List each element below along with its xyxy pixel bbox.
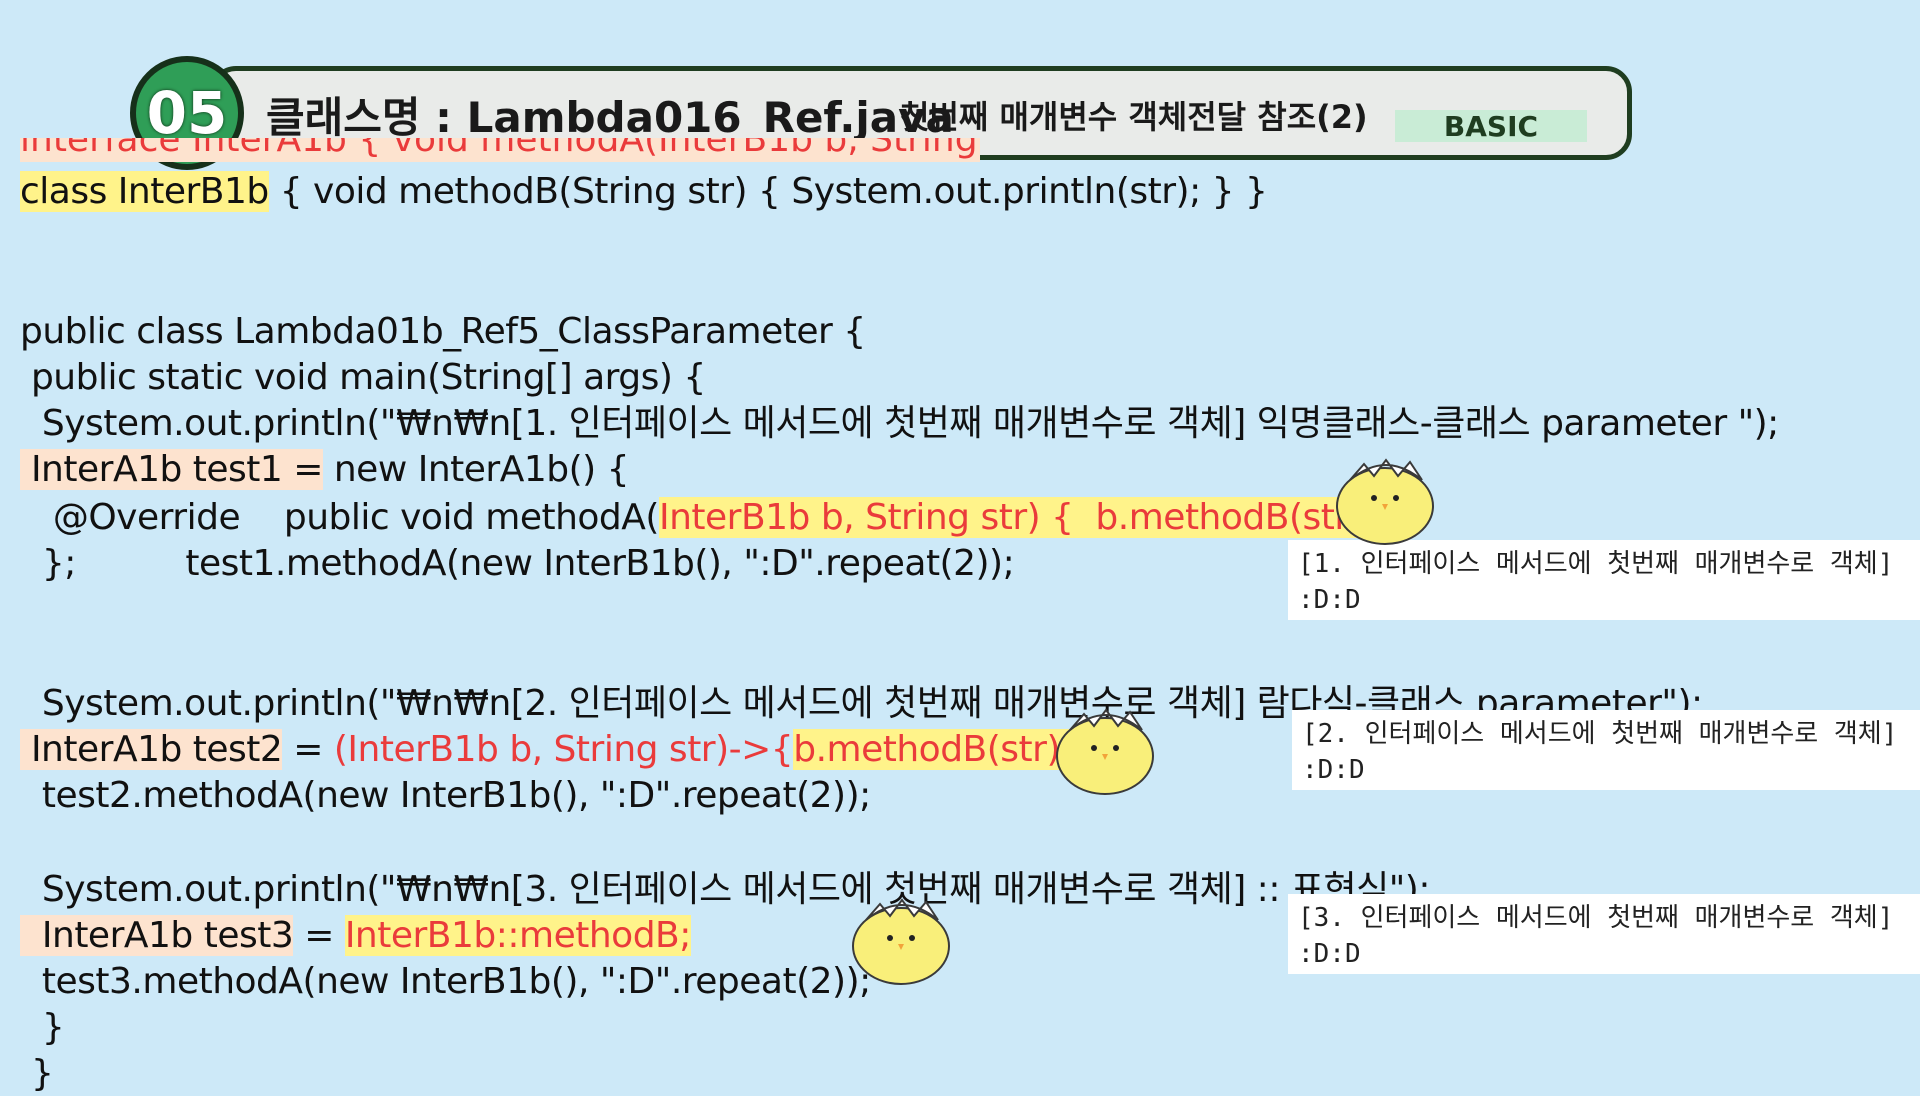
console-output-3: [3. 인터페이스 메서드에 첫번째 매개변수로 객체] :D:D	[1288, 894, 1920, 974]
override-params: InterB1b b, String str) {	[658, 497, 1085, 538]
console-line: [3. 인터페이스 메서드에 첫번째 매개변수로 객체]	[1298, 903, 1894, 933]
test3-eq: =	[293, 915, 345, 956]
code-line-print1: System.out.println("₩n₩n[1. 인터페이스 메서드에 첫…	[20, 403, 1779, 444]
cutoff-code-line: interface InterA1b { void methodA(InterB…	[20, 138, 980, 164]
console-line: [1. 인터페이스 메서드에 첫번째 매개변수로 객체]	[1298, 549, 1894, 579]
console-line: :D:D	[1298, 585, 1361, 615]
code-line-class-b: class InterB1b { void methodB(String str…	[20, 170, 1268, 214]
cutoff-code-text: interface InterA1b { void methodA(InterB…	[20, 138, 980, 162]
code-line-main-decl: public static void main(String[] args) {	[20, 357, 706, 398]
console-line: [2. 인터페이스 메서드에 첫번째 매개변수로 객체]	[1302, 719, 1898, 749]
console-line: :D:D	[1298, 939, 1361, 969]
code-line-print3: System.out.println("₩n₩n[3. 인터페이스 메서드에 첫…	[20, 869, 1431, 910]
code-line-close-main: }	[20, 1007, 65, 1048]
code-line-test2: InterA1b test2 = (InterB1b b, String str…	[20, 728, 1106, 772]
console-output-1: [1. 인터페이스 메서드에 첫번째 매개변수로 객체] :D:D	[1288, 540, 1920, 620]
chick-icon	[852, 898, 950, 985]
class-keyword: class InterB1b	[20, 171, 269, 212]
class-body: { void methodB(String str) { System.out.…	[268, 171, 1268, 212]
page-title: 클래스명 : Lambda016_Ref.java	[266, 93, 954, 142]
code-line-override: @Override public void methodA(InterB1b b…	[20, 496, 1430, 540]
code-line-test3-call: test3.methodA(new InterB1b(), ":D".repea…	[20, 961, 871, 1002]
test2-body: b.methodB(str);	[793, 729, 1072, 770]
test2-params: (InterB1b b, String str)->{	[333, 729, 794, 770]
test3-decl: InterA1b test3	[20, 915, 294, 956]
test2-eq: =	[282, 729, 334, 770]
code-line-test1-close: }; test1.methodA(new InterB1b(), ":D".re…	[20, 543, 1015, 584]
code-line-class-decl: public class Lambda01b_Ref5_ClassParamet…	[20, 311, 866, 352]
code-line-test3: InterA1b test3 = InterB1b::methodB;	[20, 914, 691, 958]
code-line-test2-call: test2.methodA(new InterB1b(), ":D".repea…	[20, 775, 871, 816]
test2-decl: InterA1b test2	[20, 729, 283, 770]
chick-icon	[1056, 708, 1154, 795]
console-line: :D:D	[1302, 755, 1365, 785]
level-badge: BASIC	[1395, 110, 1587, 143]
code-line-close-class: }	[20, 1053, 54, 1094]
override-text: @Override public void methodA(	[20, 497, 660, 538]
chick-icon	[1336, 458, 1434, 545]
test1-rest: new InterA1b() {	[322, 449, 630, 490]
console-output-2: [2. 인터페이스 메서드에 첫번째 매개변수로 객체] :D:D	[1292, 710, 1920, 790]
code-line-test1: InterA1b test1 = new InterA1b() {	[20, 448, 630, 492]
test3-ref: InterB1b::methodB;	[344, 915, 691, 956]
page-subtitle: 첫번째 매개변수 객체전달 참조(2)	[900, 98, 1368, 136]
test1-decl: InterA1b test1 =	[20, 449, 323, 490]
